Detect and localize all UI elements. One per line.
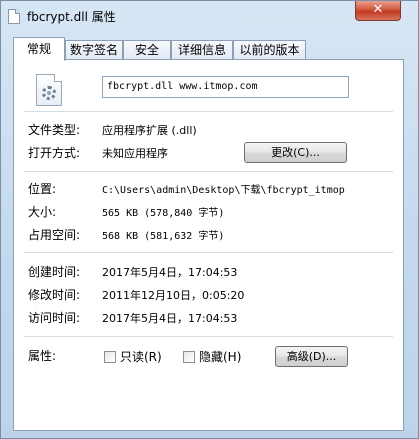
modified-value: 2011年12月10日，0:05:20 [102, 289, 245, 302]
accessed-value: 2017年5月4日，17:04:53 [102, 312, 238, 325]
file-name-input[interactable]: fbcrypt.dll www.itmop.com [102, 76, 349, 98]
document-icon [8, 9, 20, 24]
divider [24, 171, 393, 172]
divider [24, 111, 393, 112]
close-icon: ✕ [372, 2, 384, 17]
modified-label: 修改时间: [28, 288, 81, 302]
file-type-value: 应用程序扩展 (.dll) [102, 124, 197, 137]
location-value: C:\Users\admin\Desktop\下载\fbcrypt_itmop [102, 185, 345, 196]
readonly-checkbox[interactable] [104, 351, 116, 363]
accessed-label: 访问时间: [28, 311, 81, 325]
opens-with-value: 未知应用程序 [102, 147, 168, 160]
tab-general[interactable]: 常规 [13, 37, 65, 61]
disk-size-label: 占用空间: [28, 228, 81, 242]
location-label: 位置: [28, 182, 57, 196]
tab-details[interactable]: 详细信息 [171, 40, 233, 60]
attributes-label: 属性: [28, 349, 57, 363]
file-type-label: 文件类型: [28, 123, 81, 137]
divider [24, 252, 393, 253]
tab-digital-signatures[interactable]: 数字签名 [65, 40, 123, 60]
change-button[interactable]: 更改(C)... [244, 142, 347, 163]
size-label: 大小: [28, 205, 57, 219]
size-value: 565 KB (578,840 字节) [102, 208, 225, 219]
close-button[interactable]: ✕ [355, 1, 401, 21]
created-value: 2017年5月4日，17:04:53 [102, 266, 238, 279]
advanced-button[interactable]: 高级(D)... [275, 346, 348, 367]
tab-previous-versions[interactable]: 以前的版本 [233, 40, 306, 60]
general-panel: fbcrypt.dll www.itmop.com 文件类型: 应用程序扩展 (… [13, 59, 404, 431]
title-bar[interactable]: fbcrypt.dll 属性 ✕ [1, 1, 418, 31]
hidden-checkbox-label[interactable]: 隐藏(H) [199, 348, 241, 365]
opens-with-label: 打开方式: [28, 146, 81, 160]
created-label: 创建时间: [28, 265, 81, 279]
window-title: fbcrypt.dll 属性 [27, 10, 116, 24]
readonly-checkbox-label[interactable]: 只读(R) [120, 348, 162, 365]
disk-size-value: 568 KB (581,632 字节) [102, 231, 225, 242]
properties-window: fbcrypt.dll 属性 ✕ 常规 数字签名 安全 详细信息 以前的版本 f… [0, 0, 419, 439]
tab-security[interactable]: 安全 [123, 40, 171, 60]
gear-icon [42, 86, 56, 100]
divider [24, 336, 393, 337]
dll-file-icon [36, 74, 62, 106]
hidden-checkbox[interactable] [183, 351, 195, 363]
